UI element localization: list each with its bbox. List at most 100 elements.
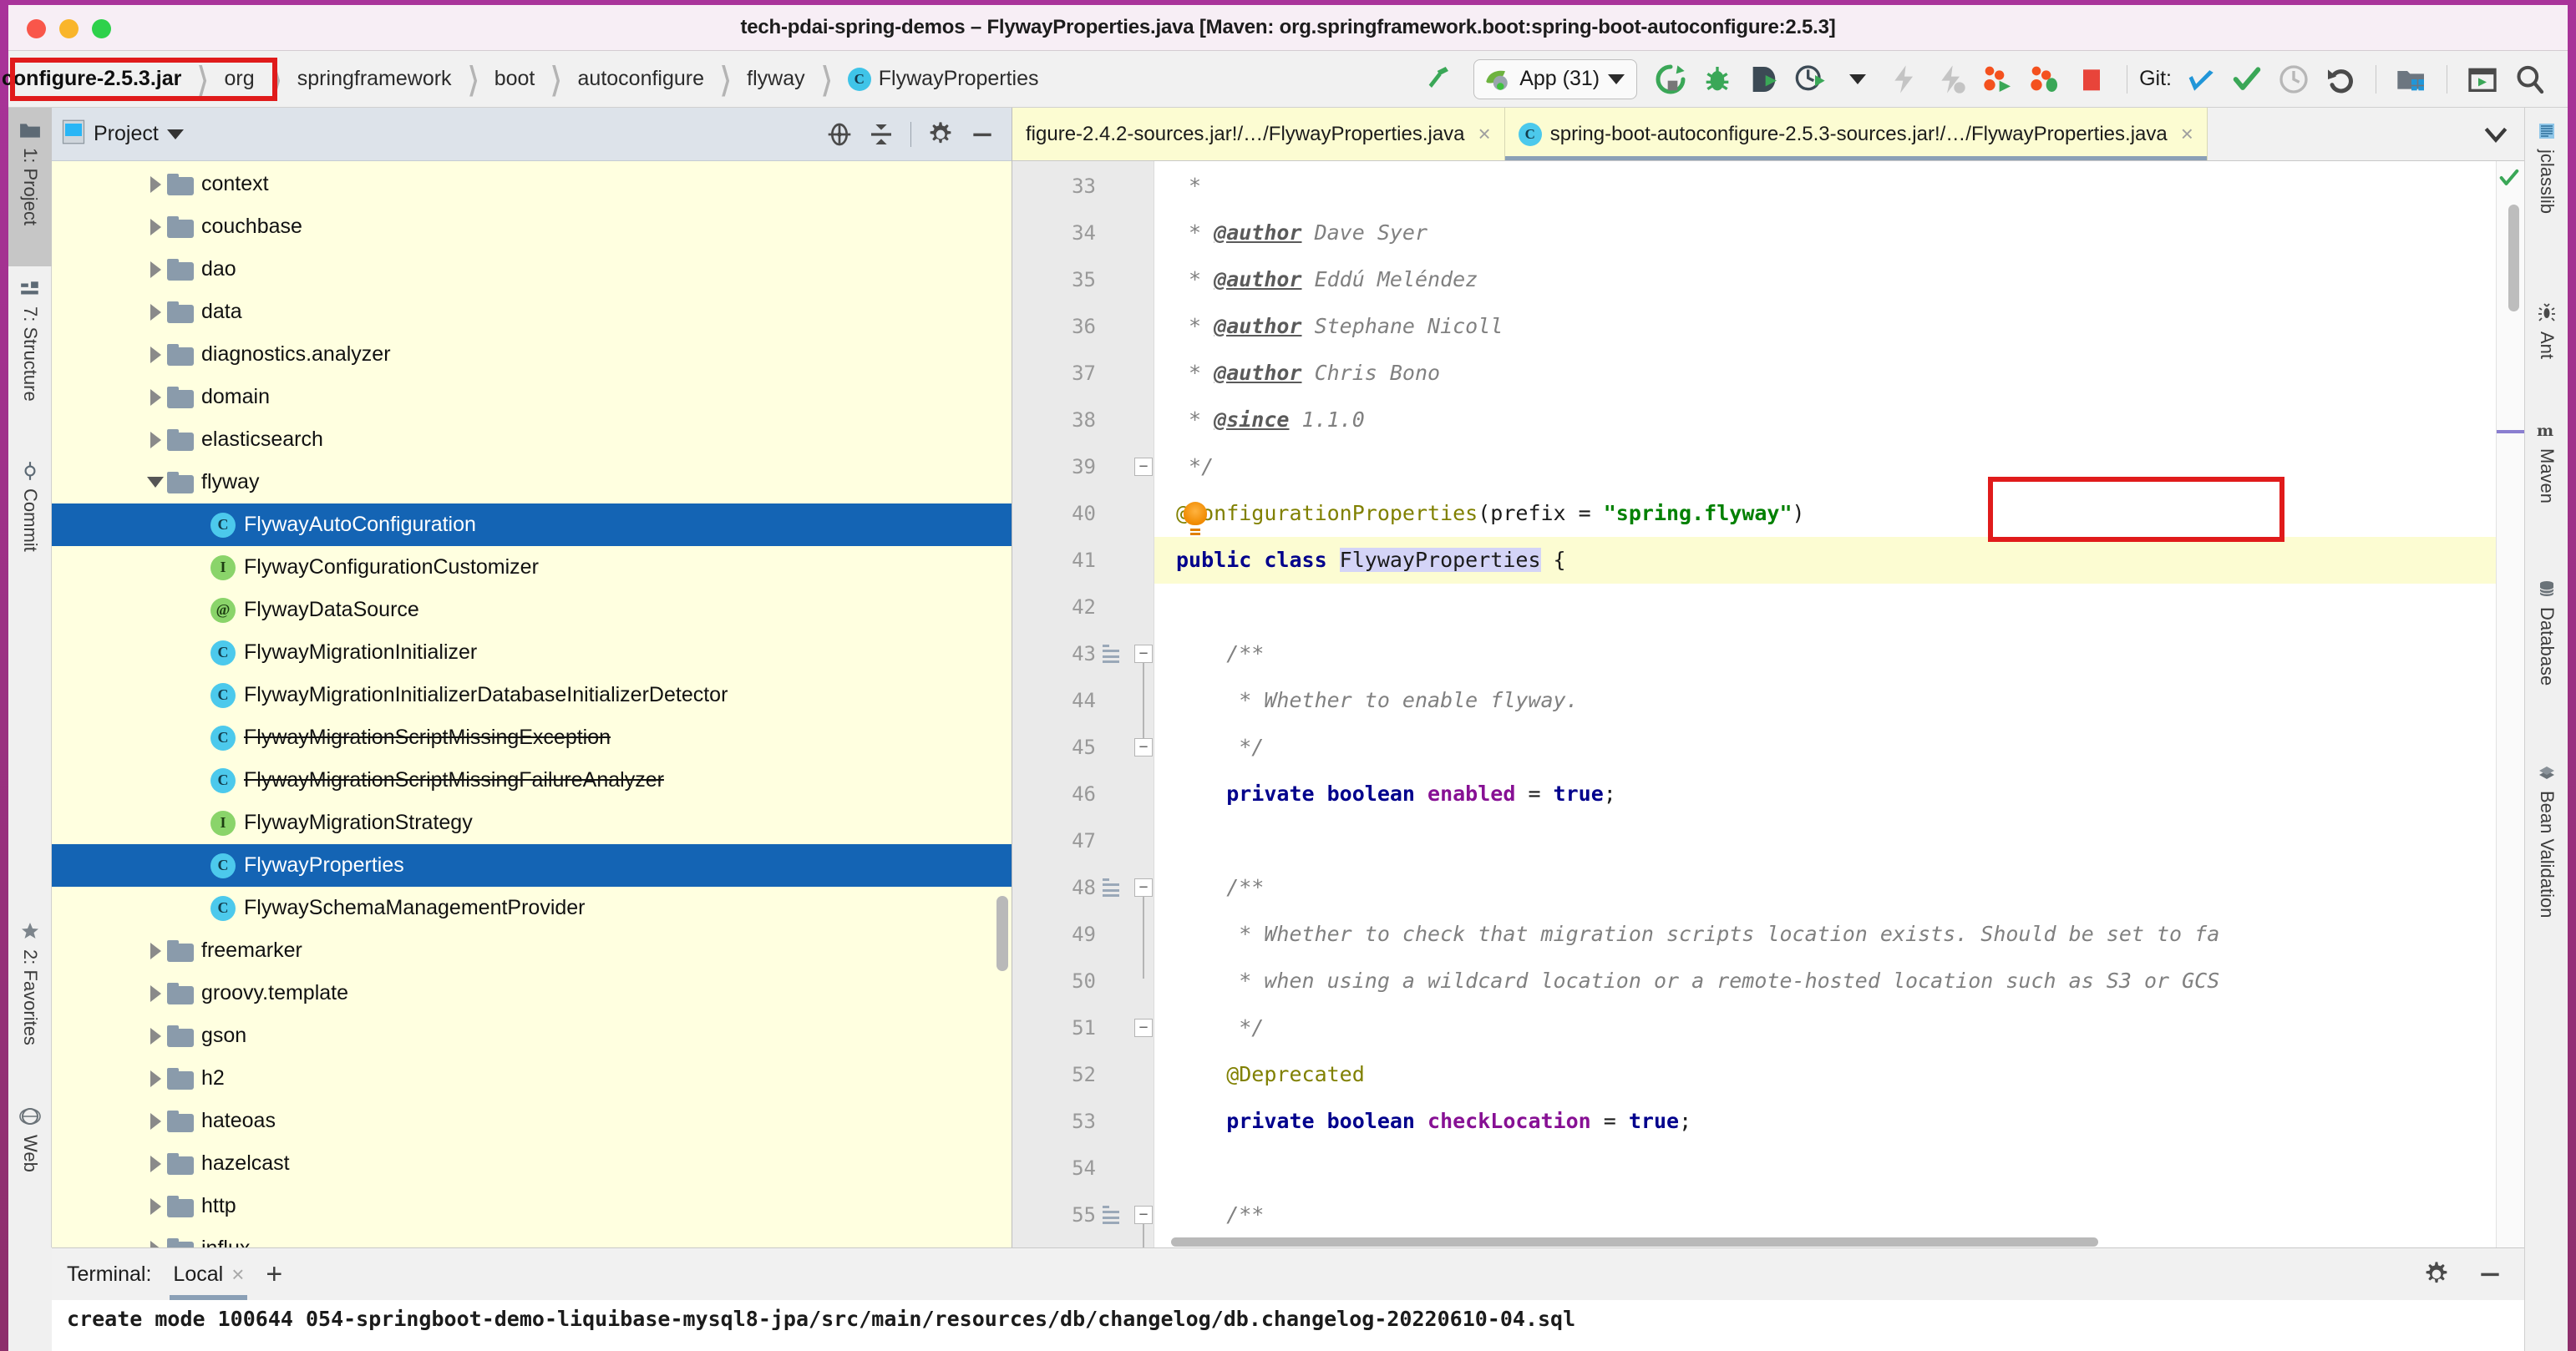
project-tree[interactable]: context couchbase dao data diagnostics.analy… (52, 161, 1012, 1247)
chevron-right-icon[interactable] (144, 431, 167, 448)
maximize-window-button[interactable] (92, 19, 111, 38)
tree-row[interactable]: I FlywayMigrationStrategy (52, 802, 1012, 844)
build-hammer-icon[interactable] (1417, 56, 1463, 103)
chevron-right-icon[interactable] (144, 175, 167, 193)
chevron-down-icon[interactable] (1608, 73, 1625, 84)
minimize-window-button[interactable] (59, 19, 79, 38)
code-line[interactable]: * @author Dave Syer (1154, 210, 2524, 256)
sidebar-item-ant[interactable]: Ant (2525, 290, 2568, 407)
code-line[interactable]: @ConfigurationProperties(prefix = "sprin… (1154, 490, 2524, 537)
code-line[interactable]: private boolean enabled = true; (1154, 771, 2524, 817)
tree-row[interactable]: groovy.template (52, 972, 1012, 1015)
run-dashboard-icon[interactable] (1975, 56, 2021, 103)
profile-dropdown-chevron-down-icon[interactable] (1834, 56, 1881, 103)
tree-row[interactable]: domain (52, 376, 1012, 418)
chevron-right-icon[interactable] (144, 388, 167, 406)
chevron-right-icon[interactable] (144, 1070, 167, 1087)
project-structure-icon[interactable] (2388, 56, 2435, 103)
code-content[interactable]: * * @author Dave Syer * @author Eddú Mel… (1154, 161, 2524, 1247)
chevron-right-icon[interactable] (144, 1155, 167, 1172)
close-icon[interactable]: × (2181, 121, 2193, 147)
sidebar-item-commit[interactable]: Commit (8, 448, 52, 607)
code-line[interactable]: */ (1154, 443, 2524, 490)
editor-horizontal-scrollbar[interactable] (1171, 1237, 2098, 1247)
tree-row[interactable]: h2 (52, 1057, 1012, 1100)
settings-gear-icon[interactable] (2417, 1255, 2456, 1293)
tree-row[interactable]: C FlywayProperties (52, 844, 1012, 887)
chevron-right-icon[interactable] (144, 1027, 167, 1045)
sidebar-item-favorites[interactable]: 2: Favorites (8, 908, 52, 1093)
code-line[interactable]: * Whether to check that migration script… (1154, 911, 2524, 958)
rerun-icon[interactable] (1647, 56, 1694, 103)
code-line[interactable]: * @author Chris Bono (1154, 350, 2524, 397)
breadcrumb-item-springframework[interactable]: springframework (292, 51, 457, 107)
tree-row[interactable]: http (52, 1185, 1012, 1227)
code-line[interactable]: */ (1154, 1004, 2524, 1051)
tree-row[interactable]: hazelcast (52, 1142, 1012, 1185)
terminal-tab-local[interactable]: Local × (170, 1248, 248, 1300)
sidebar-item-project[interactable]: 1: Project (8, 108, 52, 266)
breadcrumb-item-class[interactable]: C FlywayProperties (843, 51, 1044, 107)
editor-vertical-scrollbar[interactable] (2508, 205, 2519, 311)
code-fold-toggle[interactable]: − (1134, 878, 1153, 897)
chevron-down-icon[interactable] (144, 477, 167, 488)
chevron-right-icon[interactable] (144, 1240, 167, 1247)
code-line[interactable]: @Deprecated (1154, 1051, 2524, 1098)
tree-row[interactable]: freemarker (52, 929, 1012, 972)
commit-icon[interactable] (2224, 56, 2270, 103)
run-configuration-selector[interactable]: App (31) (1473, 58, 1638, 99)
javadoc-marker-icon[interactable] (1103, 645, 1124, 663)
editor-marker-gutter[interactable] (2496, 161, 2524, 1247)
terminal-icon[interactable] (2459, 56, 2506, 103)
tree-row[interactable]: couchbase (52, 205, 1012, 248)
code-line[interactable]: /** (1154, 864, 2524, 911)
project-tree-scrollbar[interactable] (996, 896, 1008, 971)
editor-tab-inactive[interactable]: figure-2.4.2-sources.jar!/…/FlywayProper… (1012, 108, 1505, 160)
code-line[interactable]: */ (1154, 724, 2524, 771)
breadcrumb-item-boot[interactable]: boot (489, 51, 540, 107)
tree-row[interactable]: C FlywayMigrationScriptMissingException (52, 716, 1012, 759)
editor-tabs-overflow[interactable] (2467, 108, 2524, 160)
locate-icon[interactable] (820, 115, 859, 154)
breadcrumb-item-jar[interactable]: configure-2.5.3.jar (0, 51, 186, 107)
tree-row[interactable]: context (52, 163, 1012, 205)
tree-row[interactable]: C FlywaySchemaManagementProvider (52, 887, 1012, 929)
code-editor[interactable]: 33 34 35 36 37 38 39 − 40 41 42 43 − 44 45 − 46 47 48 − 49 50… (1012, 161, 2524, 1247)
breadcrumb-item-flyway[interactable]: flyway (742, 51, 809, 107)
run-with-coverage-icon[interactable] (1741, 56, 1787, 103)
breadcrumb-item-autoconfigure[interactable]: autoconfigure (573, 51, 710, 107)
rollback-icon[interactable] (2317, 56, 2364, 103)
chevron-down-icon[interactable] (166, 129, 184, 139)
editor-horizontal-scrollbar-track[interactable] (1154, 1236, 2496, 1247)
chevron-right-icon[interactable] (144, 261, 167, 278)
code-fold-toggle[interactable]: − (1134, 1019, 1153, 1037)
code-line[interactable]: * Whether to enable flyway. (1154, 677, 2524, 724)
code-line[interactable]: * @author Stephane Nicoll (1154, 303, 2524, 350)
code-line[interactable]: /** (1154, 1192, 2524, 1238)
stop-icon[interactable] (2068, 56, 2115, 103)
code-line[interactable] (1154, 584, 2524, 630)
javadoc-marker-icon[interactable] (1103, 878, 1124, 897)
debug-icon[interactable] (1694, 56, 1741, 103)
chevron-right-icon[interactable] (144, 346, 167, 363)
tree-row[interactable]: flyway (52, 461, 1012, 503)
chevron-right-icon[interactable] (144, 1112, 167, 1130)
collapse-all-icon[interactable] (862, 115, 900, 154)
code-line[interactable] (1154, 1145, 2524, 1192)
search-everywhere-icon[interactable] (2506, 56, 2553, 103)
tree-row[interactable]: C FlywayMigrationInitializer (52, 631, 1012, 674)
tree-row[interactable]: elasticsearch (52, 418, 1012, 461)
settings-gear-icon[interactable] (921, 115, 960, 154)
chevron-right-icon[interactable] (144, 1197, 167, 1215)
tree-row[interactable]: C FlywayMigrationScriptMissingFailureAnal… (52, 759, 1012, 802)
code-line[interactable] (1154, 817, 2524, 864)
chevron-right-icon[interactable] (144, 942, 167, 959)
code-line[interactable]: /** (1154, 630, 2524, 677)
tree-row[interactable]: hateoas (52, 1100, 1012, 1142)
debug-dashboard-icon[interactable] (2021, 56, 2068, 103)
tree-row[interactable]: diagnostics.analyzer (52, 333, 1012, 376)
close-icon[interactable]: × (1478, 121, 1491, 147)
tree-row[interactable]: influx (52, 1227, 1012, 1247)
tree-row[interactable]: C FlywayMigrationInitializerDatabaseIniti… (52, 674, 1012, 716)
tree-row[interactable]: @ FlywayDataSource (52, 589, 1012, 631)
